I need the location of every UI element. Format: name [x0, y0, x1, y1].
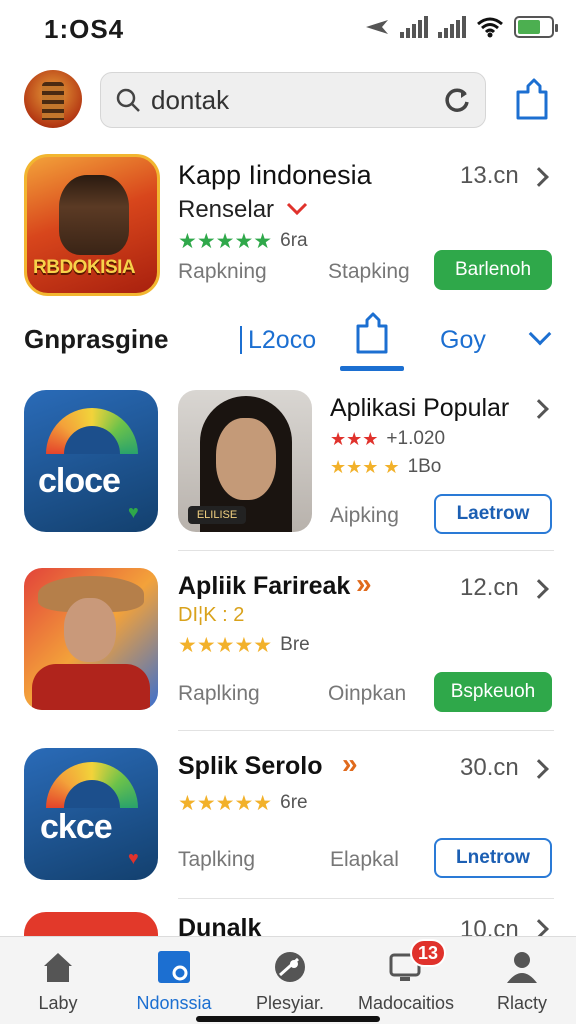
featured-action-button[interactable]: Barlenoh	[434, 250, 552, 290]
search-input[interactable]: dontak	[100, 72, 486, 128]
tab-active-indicator	[340, 366, 404, 371]
app-action-button[interactable]: Bspkeuoh	[434, 672, 552, 712]
app-meta-right: Elapkal	[330, 848, 399, 871]
app-meta-right: Oinpkan	[328, 682, 407, 705]
nav-item-plesyiar[interactable]: Plesyiar.	[232, 937, 348, 1024]
person-icon	[507, 952, 537, 983]
avatar[interactable]	[24, 70, 82, 128]
featured-meta-left: Rapkning	[178, 260, 267, 283]
airplane-icon	[366, 20, 388, 34]
app-meta-left: Aipking	[330, 504, 399, 527]
double-chevron-icon: »	[356, 568, 372, 599]
app-subtitle: DI¦K : 2	[178, 604, 245, 626]
chevron-right-icon[interactable]	[529, 167, 549, 187]
chevron-right-icon[interactable]	[529, 579, 549, 599]
nav-item-rlacty[interactable]: Rlacty	[464, 937, 576, 1024]
divider	[178, 898, 554, 899]
tab-goy[interactable]: Goy	[440, 326, 486, 355]
nav-item-ndonssia[interactable]: Ndonssia	[116, 937, 232, 1024]
notification-badge: 13	[410, 939, 447, 967]
app-rating-count: Bre	[280, 634, 310, 655]
wifi-icon	[477, 17, 503, 38]
status-bar: 1:OS4	[0, 0, 576, 58]
app-rating-line: ★★★ +1.020	[330, 428, 446, 449]
photo-caption: ELILISE	[188, 506, 246, 524]
nav-label: Laby	[38, 993, 78, 1013]
app-action-button[interactable]: Laetrow	[434, 494, 552, 534]
app-rating-count: +1.020	[386, 428, 446, 449]
featured-meta-right: Stapking	[328, 260, 410, 283]
app-rating-count: 6re	[280, 792, 308, 813]
featured-subtitle: Renselar	[178, 196, 275, 223]
app-size: 30.cn	[460, 754, 519, 781]
chevron-right-icon[interactable]	[529, 399, 549, 419]
featured-rating-count: 6ra	[280, 230, 308, 251]
divider	[178, 550, 554, 551]
share-icon[interactable]	[512, 78, 552, 122]
chevron-down-icon	[286, 202, 308, 216]
app-icon-portrait[interactable]: ELILISE	[178, 390, 312, 532]
heart-icon: ♥	[128, 848, 139, 868]
app-rating-line: ★★★ ★ 1Bo	[330, 456, 442, 477]
divider	[178, 730, 554, 731]
nav-item-madocaitios[interactable]: 13 Madocaitios	[348, 937, 464, 1024]
bottom-nav: Laby Ndonssia Plesyiar. 13 Madocaitios R…	[0, 936, 576, 1024]
app-meta-left: Taplking	[178, 848, 256, 871]
app-title[interactable]: Aplikasi Popular	[330, 394, 509, 423]
section-title: Gnprasgine	[24, 324, 169, 354]
app-meta-left: Raplking	[178, 682, 260, 705]
battery-icon	[514, 16, 558, 38]
featured-rating: ★★★★★ 6ra	[178, 229, 308, 253]
app-icon-cloce[interactable]: cloce ♥	[24, 390, 158, 532]
tab-l2oco[interactable]: L2oco	[248, 326, 316, 355]
app-title[interactable]: Apliik Farireak	[178, 572, 350, 601]
home-indicator	[196, 1016, 380, 1022]
app-rating-count: 1Bo	[407, 456, 442, 477]
app-title[interactable]: Splik Serolo	[178, 752, 322, 781]
satellite-icon	[275, 952, 305, 982]
double-chevron-icon: »	[342, 748, 358, 779]
featured-size: 13.cn	[460, 162, 519, 189]
app-icon-text: cloce	[38, 462, 121, 500]
featured-title[interactable]: Kapp Iindonesia	[178, 160, 372, 191]
tab-share-icon[interactable]	[354, 312, 390, 356]
nav-label: Madocaitios	[357, 993, 455, 1013]
app-rating: ★★★★★ 6re	[178, 791, 308, 815]
search-query: dontak	[151, 84, 230, 115]
tab-divider	[240, 326, 242, 354]
search-icon	[116, 88, 140, 112]
app-icon-ckce[interactable]: ckce ♥	[24, 748, 158, 880]
featured-icon-text: RBDOKISIA	[33, 257, 136, 278]
status-time: 1:OS4	[44, 14, 125, 44]
home-icon	[44, 953, 72, 982]
search-square-icon	[158, 951, 190, 983]
nav-label: Rlacty	[496, 993, 547, 1013]
app-size: 12.cn	[460, 574, 519, 601]
app-icon-text: ckce	[40, 808, 113, 846]
app-rating: ★★★★★ Bre	[178, 633, 310, 657]
nav-label: Ndonssia	[136, 993, 212, 1013]
featured-app-icon[interactable]: RBDOKISIA	[24, 154, 160, 296]
app-icon-cowgirl[interactable]	[24, 568, 158, 710]
chevron-right-icon[interactable]	[529, 759, 549, 779]
heart-icon: ♥	[128, 502, 139, 522]
nav-item-home[interactable]: Laby	[0, 937, 116, 1024]
signal-icon	[400, 16, 428, 38]
app-action-button[interactable]: Lnetrow	[434, 838, 552, 878]
nav-label: Plesyiar.	[255, 993, 325, 1013]
chevron-down-icon[interactable]	[528, 322, 552, 346]
refresh-icon[interactable]	[443, 86, 471, 114]
signal-icon	[438, 16, 466, 38]
